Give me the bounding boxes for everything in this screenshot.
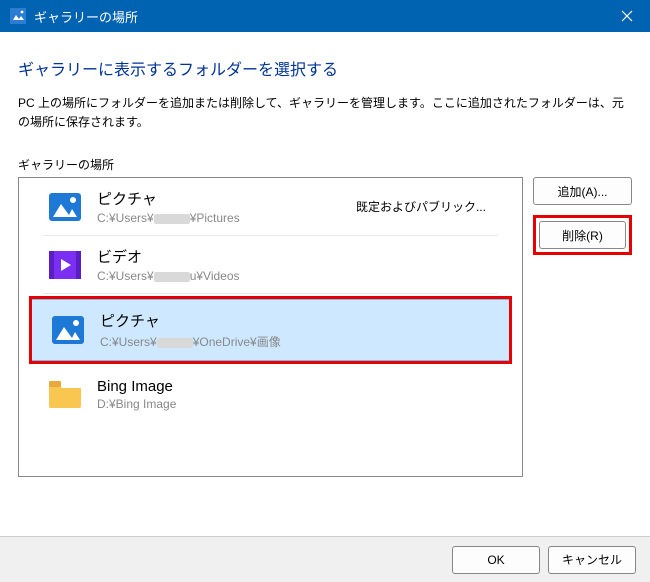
app-icon [10,8,26,24]
titlebar-title: ギャラリーの場所 [34,7,604,26]
list-item[interactable]: ピクチャ C:¥Users¥¥Pictures 既定およびパブリック... [43,178,498,236]
dialog-heading: ギャラリーに表示するフォルダーを選択する [18,56,632,80]
remove-button[interactable]: 削除(R) [539,221,626,249]
cancel-button[interactable]: キャンセル [548,546,636,574]
titlebar: ギャラリーの場所 [0,0,650,32]
folder-name: Bing Image [97,378,486,395]
list-item[interactable]: Bing Image D:¥Bing Image [43,366,498,422]
dialog-content: ギャラリーに表示するフォルダーを選択する PC 上の場所にフォルダーを追加または… [0,32,650,477]
redacted-text [154,272,190,282]
video-icon [47,247,83,283]
redacted-text [154,214,190,224]
folder-listbox[interactable]: ピクチャ C:¥Users¥¥Pictures 既定およびパブリック... ビデ… [18,177,523,477]
folder-name: ビデオ [97,246,486,267]
close-button[interactable] [604,0,650,32]
folder-path: D:¥Bing Image [97,397,486,411]
folder-name: ピクチャ [97,188,342,209]
redacted-text [157,338,193,348]
side-buttons: 追加(A)... 削除(R) [533,177,632,477]
folder-icon [47,376,83,412]
folder-name: ピクチャ [100,310,497,331]
folder-note: 既定およびパブリック... [356,198,486,215]
add-button[interactable]: 追加(A)... [533,177,632,205]
pictures-icon [47,189,83,225]
dialog-description: PC 上の場所にフォルダーを追加または削除して、ギャラリーを管理します。ここに追… [18,94,632,132]
pictures-icon [50,312,86,348]
ok-button[interactable]: OK [452,546,540,574]
list-item-selected[interactable]: ピクチャ C:¥Users¥¥OneDrive¥画像 [29,296,512,364]
dialog-footer: OK キャンセル [0,536,650,582]
folder-path: C:¥Users¥¥Pictures [97,211,342,225]
folder-path: C:¥Users¥u¥Videos [97,269,486,283]
remove-button-highlight: 削除(R) [533,215,632,255]
list-label: ギャラリーの場所 [18,156,632,173]
folder-path: C:¥Users¥¥OneDrive¥画像 [100,333,497,350]
list-item[interactable]: ビデオ C:¥Users¥u¥Videos [43,236,498,294]
